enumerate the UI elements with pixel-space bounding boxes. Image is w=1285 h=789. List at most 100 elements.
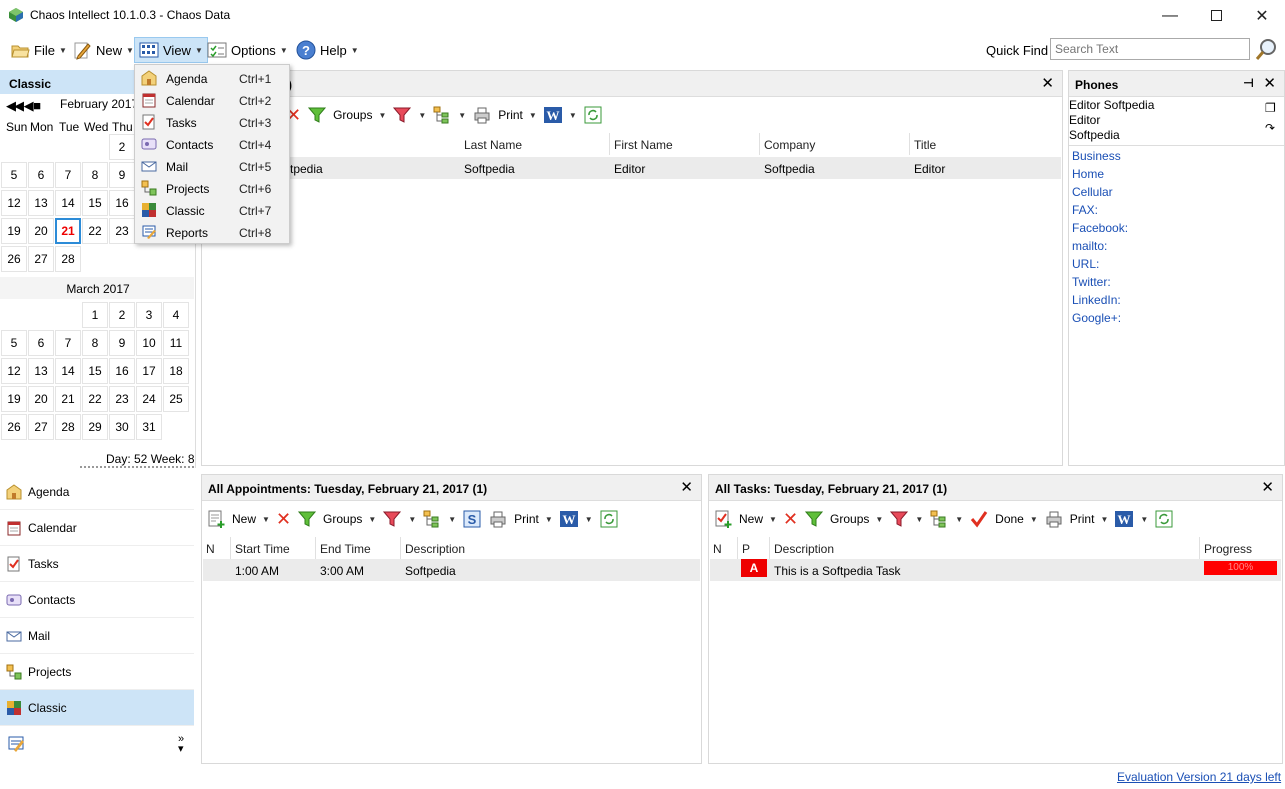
new-menu-button[interactable]: New ▼ xyxy=(68,37,138,63)
calendar-day[interactable]: 7 xyxy=(55,162,81,188)
calendar-day[interactable]: 23 xyxy=(109,386,135,412)
phone-link-google+[interactable]: Google+: xyxy=(1072,311,1121,325)
refresh-icon[interactable] xyxy=(599,509,619,529)
menu-item-tasks[interactable]: Tasks Ctrl+3 xyxy=(135,111,289,133)
calendar-day[interactable]: 7 xyxy=(55,330,81,356)
calendar-day[interactable]: 27 xyxy=(28,414,54,440)
calendar-day[interactable]: 9 xyxy=(109,162,135,188)
calendar-day[interactable]: 14 xyxy=(55,190,81,216)
calendar-day[interactable]: 18 xyxy=(163,358,189,384)
filter-icon[interactable] xyxy=(392,105,412,125)
calendar-day-today[interactable]: 21 xyxy=(55,218,81,244)
redo-icon[interactable]: ↷ xyxy=(1265,121,1275,135)
word-export-icon[interactable]: W xyxy=(559,509,579,529)
calendar-day[interactable]: 8 xyxy=(82,330,108,356)
nav-item-projects[interactable]: Projects xyxy=(0,654,194,690)
left-arrow-icon[interactable]: ◀ xyxy=(24,98,34,113)
calendar-day[interactable]: 25 xyxy=(163,386,189,412)
close-panel-button[interactable]: ✕ xyxy=(1041,74,1054,92)
phone-link-url[interactable]: URL: xyxy=(1072,257,1099,271)
file-menu-button[interactable]: File ▼ xyxy=(6,37,71,63)
calendar-day[interactable]: 16 xyxy=(109,358,135,384)
calendar-day[interactable]: 30 xyxy=(109,414,135,440)
groups-button[interactable]: Groups xyxy=(323,512,362,526)
column-company[interactable]: Company xyxy=(760,133,910,155)
calendar-day[interactable]: 13 xyxy=(28,190,54,216)
delete-icon[interactable]: ✕ xyxy=(783,509,798,530)
tree-icon[interactable] xyxy=(432,105,452,125)
double-left-arrow-icon[interactable]: ◀◀ xyxy=(6,98,24,113)
calendar-day[interactable]: 22 xyxy=(82,386,108,412)
new-button[interactable]: New xyxy=(739,512,763,526)
refresh-icon[interactable] xyxy=(583,105,603,125)
calendar-day[interactable]: 28 xyxy=(55,414,81,440)
filter-icon[interactable] xyxy=(889,509,909,529)
nav-item-mail[interactable]: Mail xyxy=(0,618,194,654)
menu-item-reports[interactable]: Reports Ctrl+8 xyxy=(135,221,289,243)
calendar-day[interactable]: 6 xyxy=(28,162,54,188)
calendar-day[interactable]: 1 xyxy=(82,302,108,328)
groups-button[interactable]: Groups xyxy=(830,512,869,526)
stop-icon[interactable]: ■ xyxy=(33,98,41,113)
calendar-day[interactable]: 11 xyxy=(163,330,189,356)
minimize-button[interactable]: — xyxy=(1147,0,1193,31)
calendar-day[interactable]: 14 xyxy=(55,358,81,384)
calendar-day[interactable]: 22 xyxy=(82,218,108,244)
calendar-day[interactable]: 5 xyxy=(1,162,27,188)
phone-link-home[interactable]: Home xyxy=(1072,167,1104,181)
calendar-day[interactable]: 20 xyxy=(28,218,54,244)
calendar-day[interactable]: 2 xyxy=(109,134,135,160)
filter-icon[interactable] xyxy=(382,509,402,529)
column-description[interactable]: Description xyxy=(770,537,1200,559)
calendar-day[interactable]: 28 xyxy=(55,246,81,272)
print-button[interactable]: Print xyxy=(498,108,523,122)
calendar-day[interactable]: 5 xyxy=(1,330,27,356)
calendar-day[interactable]: 8 xyxy=(82,162,108,188)
maximize-button[interactable] xyxy=(1193,0,1239,31)
calendar-day[interactable]: 24 xyxy=(136,386,162,412)
calendar-day[interactable]: 20 xyxy=(28,386,54,412)
phone-link-facebook[interactable]: Facebook: xyxy=(1072,221,1128,235)
word-export-icon[interactable]: W xyxy=(1114,509,1134,529)
resize-grip[interactable] xyxy=(80,466,194,468)
column-priority[interactable]: P xyxy=(738,537,770,559)
phone-link-business[interactable]: Business xyxy=(1072,149,1121,163)
delete-icon[interactable]: ✕ xyxy=(276,509,291,530)
calendar-day[interactable]: 2 xyxy=(109,302,135,328)
calendar-day[interactable]: 29 xyxy=(82,414,108,440)
column-n[interactable]: N xyxy=(709,537,738,559)
close-panel-button[interactable]: ✕ xyxy=(1261,478,1274,496)
calendar-day[interactable]: 19 xyxy=(1,386,27,412)
calendar-day[interactable]: 13 xyxy=(28,358,54,384)
calendar-day[interactable]: 10 xyxy=(136,330,162,356)
groups-button[interactable]: Groups xyxy=(333,108,372,122)
calendar-day[interactable]: 9 xyxy=(109,330,135,356)
calendar-day[interactable]: 26 xyxy=(1,414,27,440)
print-button[interactable]: Print xyxy=(1070,512,1095,526)
menu-item-calendar[interactable]: Calendar Ctrl+2 xyxy=(135,89,289,111)
column-start-time[interactable]: Start Time xyxy=(231,537,316,559)
calendar-day[interactable]: 26 xyxy=(1,246,27,272)
phone-link-twitter[interactable]: Twitter: xyxy=(1072,275,1111,289)
nav-item-reports[interactable]: » ▾ xyxy=(0,726,194,762)
column-first-name[interactable]: First Name xyxy=(610,133,760,155)
pin-icon[interactable]: ⊣ xyxy=(1243,76,1254,90)
calendar-day[interactable]: 17 xyxy=(136,358,162,384)
copy-icon[interactable]: ❐ xyxy=(1265,101,1276,115)
new-button[interactable]: New xyxy=(232,512,256,526)
view-menu-button[interactable]: View ▼ xyxy=(134,37,208,63)
calendar-day[interactable]: 12 xyxy=(1,358,27,384)
calendar-day[interactable]: 21 xyxy=(55,386,81,412)
calendar-day[interactable]: 16 xyxy=(109,190,135,216)
calendar-day[interactable]: 3 xyxy=(136,302,162,328)
expand-more-icon[interactable]: » ▾ xyxy=(178,734,184,755)
column-n[interactable]: N xyxy=(202,537,231,559)
column-progress[interactable]: Progress xyxy=(1200,537,1282,559)
close-panel-button[interactable]: ✕ xyxy=(1263,74,1276,92)
refresh-icon[interactable] xyxy=(1154,509,1174,529)
tree-icon[interactable] xyxy=(929,509,949,529)
nav-item-agenda[interactable]: Agenda xyxy=(0,474,194,510)
nav-item-classic[interactable]: Classic xyxy=(0,690,194,726)
close-window-button[interactable]: ✕ xyxy=(1239,0,1285,31)
done-button[interactable]: Done xyxy=(995,512,1024,526)
